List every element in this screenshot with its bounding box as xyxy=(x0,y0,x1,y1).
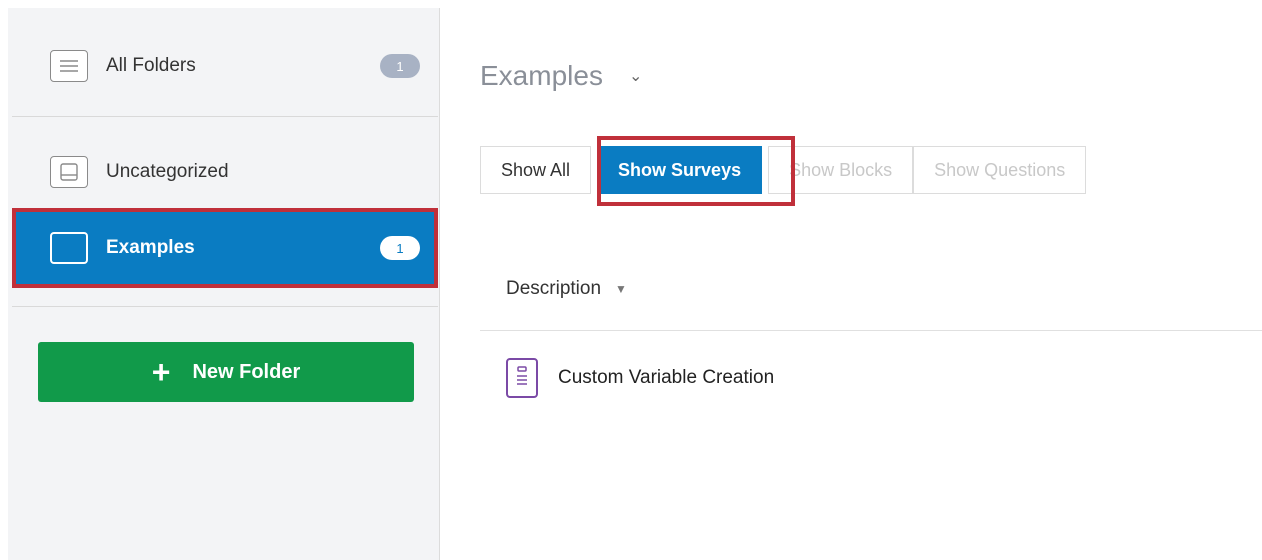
list-icon xyxy=(50,50,88,82)
divider xyxy=(12,116,438,117)
divider xyxy=(480,330,1262,331)
new-folder-label: New Folder xyxy=(192,360,301,383)
description-column-header[interactable]: Description ▼ xyxy=(506,278,627,300)
folders-sidebar: All Folders 1 Uncategorized Examples 1 +… xyxy=(8,8,440,560)
show-blocks-button[interactable]: Show Blocks xyxy=(768,146,914,194)
show-all-button[interactable]: Show All xyxy=(480,146,592,194)
page: All Folders 1 Uncategorized Examples 1 +… xyxy=(0,0,1262,560)
survey-name: Custom Variable Creation xyxy=(558,367,775,388)
filter-button-group: Show All Show Surveys Show Blocks Show Q… xyxy=(480,146,1087,194)
folder-icon xyxy=(50,232,88,264)
chevron-down-icon: ⌄ xyxy=(628,68,643,85)
tray-icon xyxy=(50,156,88,188)
sidebar-item-examples[interactable]: Examples 1 xyxy=(12,208,438,288)
sort-caret-icon: ▼ xyxy=(615,282,627,296)
list-item[interactable]: Custom Variable Creation xyxy=(506,358,774,398)
survey-clipboard-icon xyxy=(506,358,538,398)
new-folder-button[interactable]: + New Folder xyxy=(38,342,414,402)
divider xyxy=(12,306,438,307)
show-questions-button[interactable]: Show Questions xyxy=(913,146,1087,194)
folder-title: Examples xyxy=(480,60,603,91)
page-title[interactable]: Examples ⌄ xyxy=(480,60,642,92)
sidebar-item-all-folders[interactable]: All Folders 1 xyxy=(12,26,438,106)
count-badge: 1 xyxy=(380,54,420,78)
show-surveys-button[interactable]: Show Surveys xyxy=(597,146,763,194)
sidebar-item-label: Examples xyxy=(106,237,195,258)
sidebar-item-label: All Folders xyxy=(106,55,196,76)
sidebar-item-label: Uncategorized xyxy=(106,161,229,182)
plus-icon: + xyxy=(151,354,171,390)
column-header-label: Description xyxy=(506,278,602,299)
sidebar-item-uncategorized[interactable]: Uncategorized xyxy=(12,132,438,212)
count-badge: 1 xyxy=(380,236,420,260)
